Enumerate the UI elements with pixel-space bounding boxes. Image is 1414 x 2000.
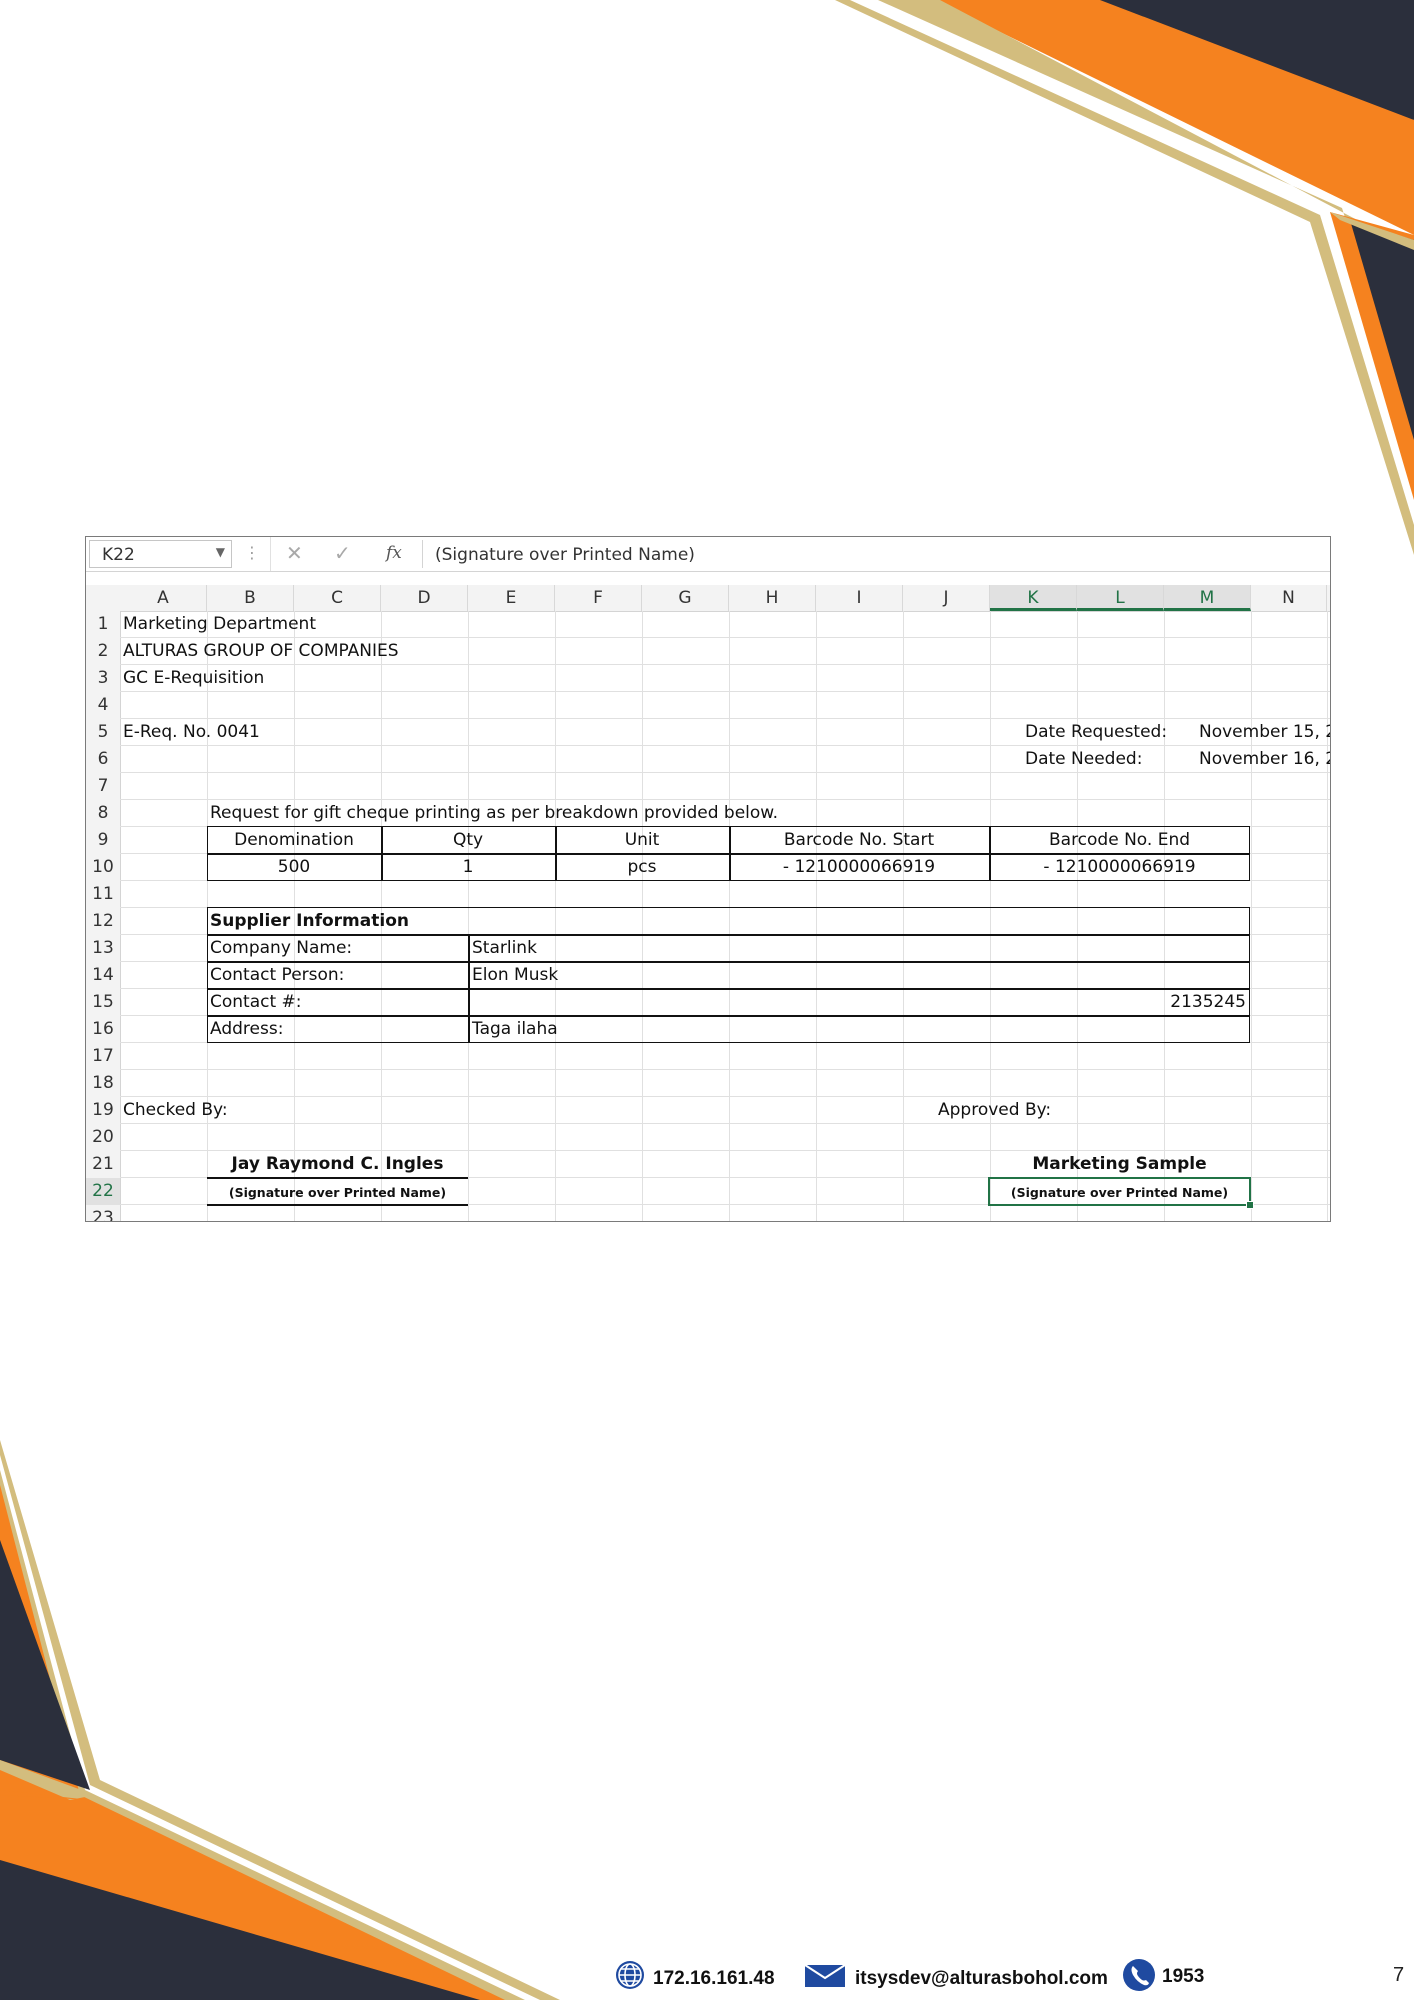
checker-name[interactable]: Jay Raymond C. Ingles — [207, 1154, 468, 1174]
checker-signature-caption[interactable]: (Signature over Printed Name) — [207, 1185, 468, 1200]
row-header-1[interactable]: 1 — [86, 611, 120, 638]
formula-input[interactable]: (Signature over Printed Name) — [422, 540, 1328, 568]
cell-a3[interactable]: GC E-Requisition — [123, 668, 264, 688]
column-header-k[interactable]: K — [990, 585, 1077, 611]
column-headers: ABCDEFGHIJKLMN — [86, 585, 1330, 612]
row-header-23[interactable]: 23 — [86, 1205, 120, 1221]
address-value[interactable]: Taga ilaha — [472, 1019, 558, 1039]
footer-phone: 1953 — [1162, 1966, 1205, 1987]
row-header-11[interactable]: 11 — [86, 881, 120, 908]
date-needed-label[interactable]: Date Needed: — [1025, 749, 1142, 769]
address-label[interactable]: Address: — [210, 1019, 283, 1039]
value-barcode-start[interactable]: - 1210000066919 — [729, 857, 989, 877]
row-header-2[interactable]: 2 — [86, 638, 120, 665]
row-header-9[interactable]: 9 — [86, 827, 120, 854]
row-header-3[interactable]: 3 — [86, 665, 120, 692]
row-header-8[interactable]: 8 — [86, 800, 120, 827]
column-header-b[interactable]: B — [207, 585, 294, 611]
column-header-c[interactable]: C — [294, 585, 381, 611]
column-header-d[interactable]: D — [381, 585, 468, 611]
row-header-14[interactable]: 14 — [86, 962, 120, 989]
name-box[interactable]: K22 ▼ — [89, 540, 232, 568]
row-header-5[interactable]: 5 — [86, 719, 120, 746]
column-header-m[interactable]: M — [1164, 585, 1251, 611]
request-text[interactable]: Request for gift cheque printing as per … — [210, 803, 778, 823]
footer-ip: 172.16.161.48 — [653, 1968, 775, 1989]
selected-cell-k22[interactable] — [988, 1177, 1254, 1209]
checked-by-label[interactable]: Checked By: — [123, 1100, 228, 1120]
row-header-16[interactable]: 16 — [86, 1016, 120, 1043]
supplier-title[interactable]: Supplier Information — [210, 911, 409, 931]
column-header-n[interactable]: N — [1251, 585, 1327, 611]
more-options-icon[interactable]: ⋮ — [244, 543, 260, 562]
date-requested-label[interactable]: Date Requested: — [1025, 722, 1167, 742]
cancel-icon[interactable]: ✕ — [286, 541, 303, 565]
row-header-7[interactable]: 7 — [86, 773, 120, 800]
column-header-e[interactable]: E — [468, 585, 555, 611]
contact-person-value[interactable]: Elon Musk — [472, 965, 558, 985]
row-headers: 1 2 3 4 5 6 7 8 9 10 11 12 13 14 15 16 17 18 19 20 21 22 23 — [86, 611, 121, 1221]
row-header-13[interactable]: 13 — [86, 935, 120, 962]
date-requested-value[interactable]: November 15, 2024 — [1199, 722, 1330, 742]
date-needed-value[interactable]: November 16, 2024 — [1199, 749, 1330, 769]
formula-bar: K22 ▼ ⋮ ✕ ✓ fx (Signature over Printed N… — [86, 537, 1330, 572]
page-footer: 172.16.161.48 itsysdev@alturasbohol.com … — [0, 1956, 1414, 1996]
name-box-value: K22 — [102, 545, 135, 565]
value-qty[interactable]: 1 — [381, 857, 555, 877]
row-header-22[interactable]: 22 — [86, 1178, 120, 1205]
column-header-i[interactable]: I — [816, 585, 903, 611]
row-header-18[interactable]: 18 — [86, 1070, 120, 1097]
contact-no-value[interactable]: 2135245 — [1120, 992, 1246, 1012]
spreadsheet-window: K22 ▼ ⋮ ✕ ✓ fx (Signature over Printed N… — [85, 536, 1331, 1222]
page-number: 7 — [1393, 1964, 1405, 1986]
header-barcode-start[interactable]: Barcode No. Start — [729, 830, 989, 850]
column-header-a[interactable]: A — [120, 585, 207, 611]
column-header-h[interactable]: H — [729, 585, 816, 611]
row-header-6[interactable]: 6 — [86, 746, 120, 773]
header-barcode-end[interactable]: Barcode No. End — [989, 830, 1250, 850]
row-header-10[interactable]: 10 — [86, 854, 120, 881]
value-barcode-end[interactable]: - 1210000066919 — [989, 857, 1250, 877]
row-header-19[interactable]: 19 — [86, 1097, 120, 1124]
company-label[interactable]: Company Name: — [210, 938, 352, 958]
cell-grid[interactable]: Marketing Department ALTURAS GROUP OF CO… — [120, 611, 1330, 1221]
row-header-17[interactable]: 17 — [86, 1043, 120, 1070]
row-header-20[interactable]: 20 — [86, 1124, 120, 1151]
header-denomination[interactable]: Denomination — [207, 830, 381, 850]
value-denomination[interactable]: 500 — [207, 857, 381, 877]
cell-a5[interactable]: E-Req. No. 0041 — [123, 722, 260, 742]
company-value[interactable]: Starlink — [472, 938, 537, 958]
envelope-icon — [804, 1964, 846, 1987]
row-header-12[interactable]: 12 — [86, 908, 120, 935]
header-unit[interactable]: Unit — [555, 830, 729, 850]
approver-name[interactable]: Marketing Sample — [989, 1154, 1250, 1174]
function-icon[interactable]: fx — [386, 543, 402, 563]
globe-icon — [616, 1961, 644, 1989]
row-header-21[interactable]: 21 — [86, 1151, 120, 1178]
phone-icon — [1123, 1959, 1155, 1991]
column-header-f[interactable]: F — [555, 585, 642, 611]
column-header-g[interactable]: G — [642, 585, 729, 611]
column-header-l[interactable]: L — [1077, 585, 1164, 611]
confirm-icon[interactable]: ✓ — [334, 541, 351, 565]
cell-a2[interactable]: ALTURAS GROUP OF COMPANIES — [123, 641, 399, 661]
header-qty[interactable]: Qty — [381, 830, 555, 850]
chevron-down-icon[interactable]: ▼ — [216, 545, 225, 559]
approved-by-label[interactable]: Approved By: — [938, 1100, 1051, 1120]
row-header-4[interactable]: 4 — [86, 692, 120, 719]
value-unit[interactable]: pcs — [555, 857, 729, 877]
formula-text: (Signature over Printed Name) — [435, 545, 695, 565]
column-header-j[interactable]: J — [903, 585, 990, 611]
contact-no-label[interactable]: Contact #: — [210, 992, 302, 1012]
footer-email[interactable]: itsysdev@alturasbohol.com — [855, 1968, 1108, 1990]
cell-a1[interactable]: Marketing Department — [123, 614, 316, 634]
contact-person-label[interactable]: Contact Person: — [210, 965, 344, 985]
row-header-15[interactable]: 15 — [86, 989, 120, 1016]
